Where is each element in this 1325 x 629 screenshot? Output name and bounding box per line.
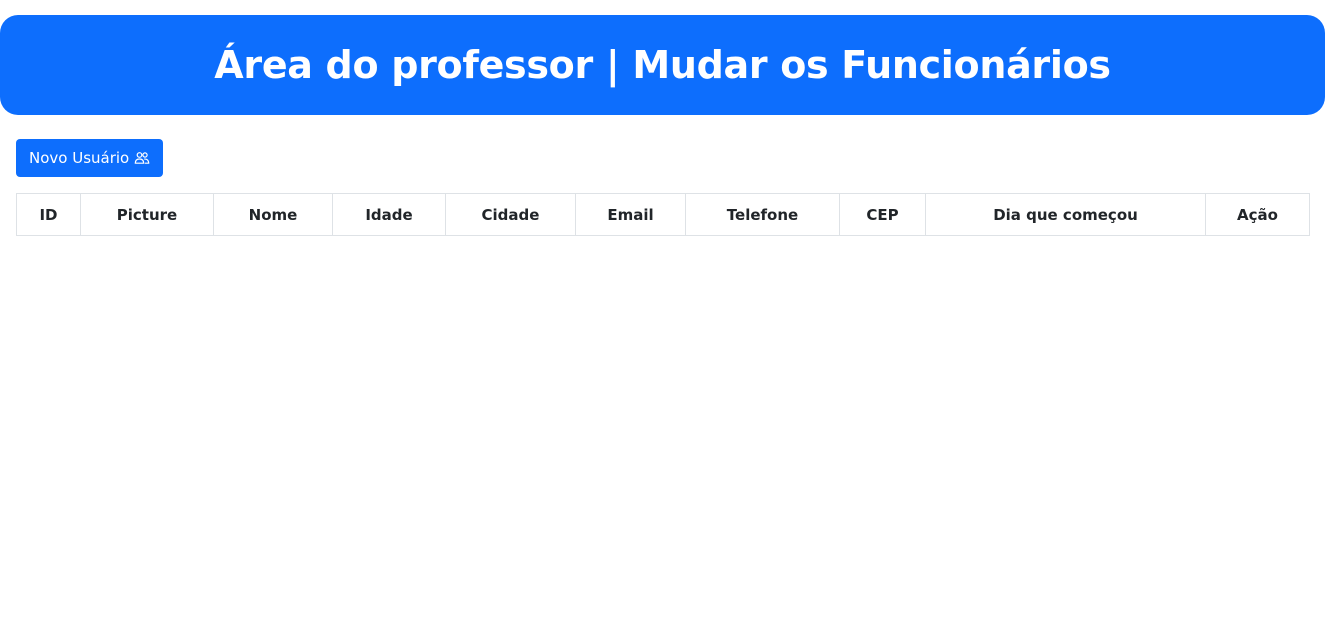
column-header-email: Email [575,193,686,236]
page-title: Área do professor | Mudar os Funcionário… [214,43,1111,87]
column-header-id: ID [16,193,81,236]
people-icon [134,150,150,166]
column-header-idade: Idade [332,193,446,236]
new-user-button[interactable]: Novo Usuário [16,139,164,177]
column-header-nome: Nome [213,193,333,236]
column-header-cep: CEP [839,193,926,236]
column-header-telefone: Telefone [685,193,840,236]
page-header: Área do professor | Mudar os Funcionário… [0,15,1325,115]
column-header-acao: Ação [1205,193,1310,236]
column-header-picture: Picture [80,193,214,236]
employees-table: ID Picture Nome Idade Cidade Email Telef… [16,193,1310,236]
table-header-row: ID Picture Nome Idade Cidade Email Telef… [16,193,1310,236]
column-header-cidade: Cidade [445,193,576,236]
new-user-button-label: Novo Usuário [29,149,130,167]
column-header-dia-que-comecou: Dia que começou [925,193,1206,236]
